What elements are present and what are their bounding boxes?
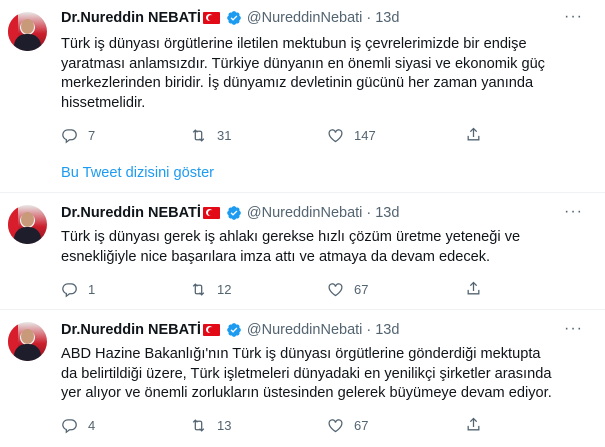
verified-badge-icon (227, 323, 241, 337)
retweet-button[interactable]: 31 (190, 125, 231, 145)
reply-icon (62, 128, 77, 144)
retweet-icon (192, 128, 205, 142)
author-name[interactable]: Dr.Nureddin NEBATİ (61, 10, 201, 26)
share-icon[interactable] (465, 280, 482, 297)
retweet-button[interactable]: 13 (190, 415, 231, 435)
more-options-icon[interactable]: ··· (564, 8, 583, 26)
tweet-text-line: da belirtildiği üzere, Türk işletmeleri … (61, 365, 552, 382)
tweet-text-line: yaratması anlamsızdır. Türkiye dünyanın … (61, 55, 545, 72)
heart-icon (328, 128, 343, 142)
separator-dot: · (366, 322, 372, 338)
tweet-text-line: merkezlerinden biridir. İş dünyamız devl… (61, 75, 534, 91)
verified-badge-icon (227, 206, 241, 220)
tweet-text: Türk iş dünyası gerek iş ahlakı gerekse … (61, 228, 581, 267)
share-icon[interactable] (465, 126, 482, 143)
retweet-count: 31 (217, 127, 232, 143)
timestamp[interactable]: 13d (375, 205, 399, 221)
author-handle[interactable]: @NureddinNebati (247, 322, 362, 338)
heart-icon (328, 282, 343, 296)
tweet-divider (0, 192, 605, 193)
like-count: 147 (354, 127, 376, 143)
more-options-icon[interactable]: ··· (564, 203, 583, 221)
retweet-icon (192, 418, 205, 432)
author-name[interactable]: Dr.Nureddin NEBATİ (61, 205, 201, 221)
author-name[interactable]: Dr.Nureddin NEBATİ (61, 322, 201, 338)
reply-button[interactable]: 7 (61, 125, 95, 145)
tweet-actions: 1 12 67 (61, 279, 581, 299)
author-handle[interactable]: @NureddinNebati (247, 205, 362, 221)
tweet-actions: 7 31 147 (61, 125, 581, 145)
retweet-icon (192, 282, 205, 296)
timestamp[interactable]: 13d (375, 10, 399, 26)
tweet-divider (0, 309, 605, 310)
avatar[interactable] (8, 12, 47, 51)
tweet-header: Dr.Nureddin NEBATİ @NureddinNebati · 13d (61, 203, 399, 223)
tweet-text-line: Türk iş dünyası örgütlerine iletilen mek… (61, 36, 527, 52)
reply-button[interactable]: 4 (61, 415, 95, 435)
reply-count: 1 (88, 281, 96, 297)
verified-badge-icon (227, 11, 241, 25)
retweet-button[interactable]: 12 (190, 279, 231, 299)
reply-icon (62, 418, 77, 434)
tweet-text-line: Türk iş dünyası gerek iş ahlakı gerekse … (61, 229, 521, 245)
tweet-actions: 4 13 67 (61, 415, 581, 435)
tweet-text: Türk iş dünyası örgütlerine iletilen mek… (61, 35, 581, 113)
tweet-text-line: ABD Hazine Bakanlığı'nın Türk iş dünyası… (61, 346, 541, 362)
tweet-text-line: yer alıyor ve önemli zorlukların üstesin… (61, 385, 552, 401)
avatar[interactable] (8, 205, 47, 244)
timestamp[interactable]: 13d (375, 322, 399, 338)
like-button[interactable]: 67 (327, 279, 368, 299)
like-count: 67 (354, 281, 369, 297)
like-count: 67 (354, 417, 369, 433)
like-button[interactable]: 147 (327, 125, 376, 145)
turkey-flag-icon (202, 324, 220, 336)
turkey-flag-icon (202, 12, 220, 24)
separator-dot: · (366, 205, 372, 221)
tweet-text: ABD Hazine Bakanlığı'nın Türk iş dünyası… (61, 345, 581, 404)
heart-icon (328, 418, 343, 432)
separator-dot: · (366, 10, 372, 26)
avatar[interactable] (8, 322, 47, 361)
tweet-text-line: hissetmelidir. (61, 94, 146, 111)
turkey-flag-icon (202, 207, 220, 219)
retweet-count: 12 (217, 281, 232, 297)
tweet-header: Dr.Nureddin NEBATİ @NureddinNebati · 13d (61, 8, 399, 28)
reply-button[interactable]: 1 (61, 279, 95, 299)
tweet-text-line: esnekliğiyle nice başarılara imza attı v… (61, 248, 491, 265)
reply-count: 7 (88, 127, 96, 143)
reply-count: 4 (88, 417, 96, 433)
show-thread-link[interactable]: Bu Tweet dizisini göster (61, 165, 214, 181)
tweet-header: Dr.Nureddin NEBATİ @NureddinNebati · 13d (61, 320, 399, 340)
more-options-icon[interactable]: ··· (564, 320, 583, 338)
reply-icon (62, 282, 77, 298)
author-handle[interactable]: @NureddinNebati (247, 10, 362, 26)
like-button[interactable]: 67 (327, 415, 368, 435)
share-icon[interactable] (465, 416, 482, 433)
retweet-count: 13 (217, 417, 232, 433)
